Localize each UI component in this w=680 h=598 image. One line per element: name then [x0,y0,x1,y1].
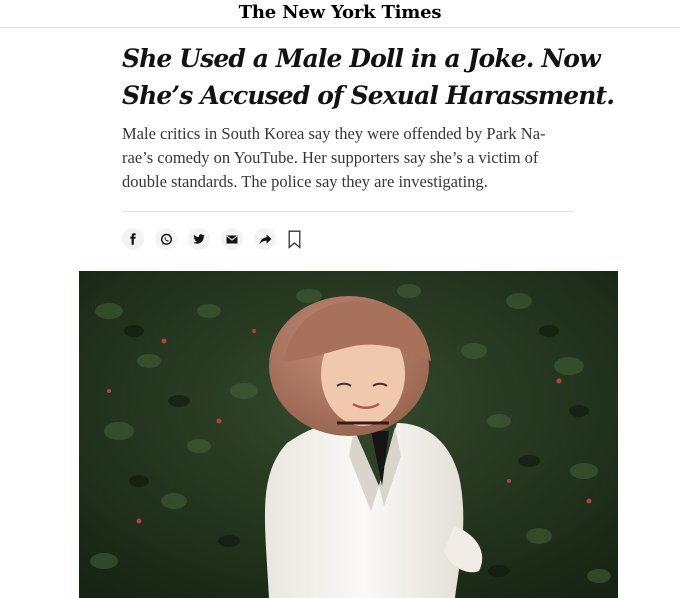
article-summary: Male critics in South Korea say they wer… [122,124,546,191]
share-facebook-button[interactable] [122,228,144,250]
facebook-icon [130,233,136,245]
share-whatsapp-button[interactable] [155,228,177,250]
lead-photo [79,271,618,598]
share-twitter-button[interactable] [188,228,210,250]
masthead: The New York Times [0,0,680,28]
divider [122,211,574,212]
share-arrow-icon [259,233,271,244]
lead-photo-image [79,271,618,598]
twitter-icon [193,233,205,244]
save-bookmark-button[interactable] [288,230,301,249]
article-headline: She Used a Male Doll in a Joke. Now She’… [122,44,615,110]
share-more-button[interactable] [254,228,276,250]
share-tools [122,227,301,251]
email-icon [226,235,238,243]
bookmark-icon [288,230,301,249]
share-email-button[interactable] [221,228,243,250]
nyt-logo[interactable]: The New York Times [0,2,680,23]
whatsapp-icon [160,233,172,245]
